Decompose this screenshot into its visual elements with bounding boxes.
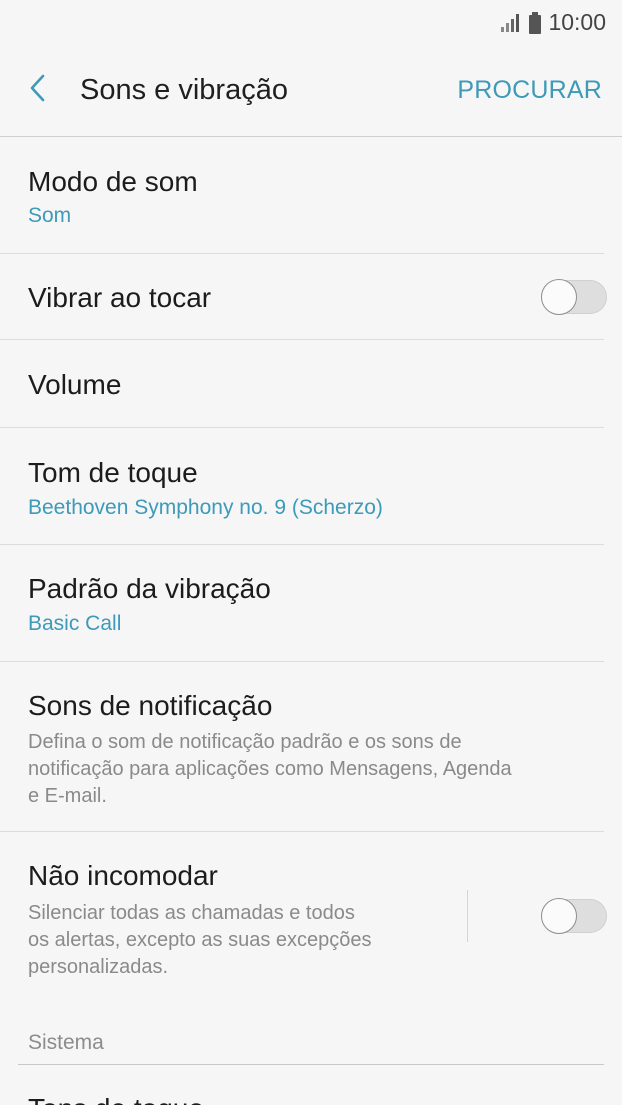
do-not-disturb-toggle[interactable] [541,898,607,934]
settings-list: Modo de som Som Vibrar ao tocar Volume T… [0,138,622,1012]
toggle-knob [541,898,577,934]
volume-item[interactable]: Volume [0,340,604,428]
toggle-divider [467,890,468,942]
do-not-disturb-desc-1: Silenciar todas as chamadas e todos [28,902,355,924]
do-not-disturb-item[interactable]: Não incomodar Silenciar todas as chamada… [0,832,607,1012]
sound-mode-value: Som [28,204,72,227]
ringtone-value: Beethoven Symphony no. 9 (Scherzo) [28,496,383,519]
do-not-disturb-title: Não incomodar [28,860,218,891]
battery-icon [528,11,542,34]
chevron-left-icon [28,73,48,108]
ringtones-item-partial[interactable]: Tons de toque [28,1093,204,1105]
page-title: Sons e vibração [80,74,288,106]
vibrate-on-touch-title: Vibrar ao tocar [28,282,212,313]
notification-sounds-item[interactable]: Sons de notificação Defina o som de noti… [0,662,604,832]
vibration-pattern-value: Basic Call [28,612,122,635]
do-not-disturb-desc-3: personalizadas. [28,956,169,978]
status-icons: 10:00 [500,9,606,36]
notification-sounds-desc-1: Defina o som de notificação padrão e os … [28,731,462,753]
ringtone-item[interactable]: Tom de toque Beethoven Symphony no. 9 (S… [0,428,604,545]
notification-sounds-desc-3: e E-mail. [28,785,107,807]
section-divider [18,1064,604,1065]
signal-icon [500,13,522,33]
vibration-pattern-title: Padrão da vibração [28,573,271,604]
vibration-pattern-item[interactable]: Padrão da vibração Basic Call [0,545,604,662]
notification-sounds-desc-2: notificação para aplicações como Mensage… [28,758,512,780]
vibrate-on-touch-item[interactable]: Vibrar ao tocar [0,254,607,340]
section-header-system: Sistema [28,1031,104,1054]
search-button[interactable]: PROCURAR [457,76,602,105]
status-bar: 10:00 [0,0,622,44]
app-header: Sons e vibração PROCURAR [0,44,622,137]
sound-mode-item[interactable]: Modo de som Som [0,138,604,254]
status-time: 10:00 [548,9,606,35]
vibrate-on-touch-toggle[interactable] [541,279,607,315]
volume-title: Volume [28,369,122,400]
ringtone-title: Tom de toque [28,457,198,488]
back-button[interactable] [20,72,56,108]
do-not-disturb-desc-2: os alertas, excepto as suas excepções [28,929,372,951]
notification-sounds-title: Sons de notificação [28,690,273,721]
toggle-knob [541,279,577,315]
sound-mode-title: Modo de som [28,166,198,197]
